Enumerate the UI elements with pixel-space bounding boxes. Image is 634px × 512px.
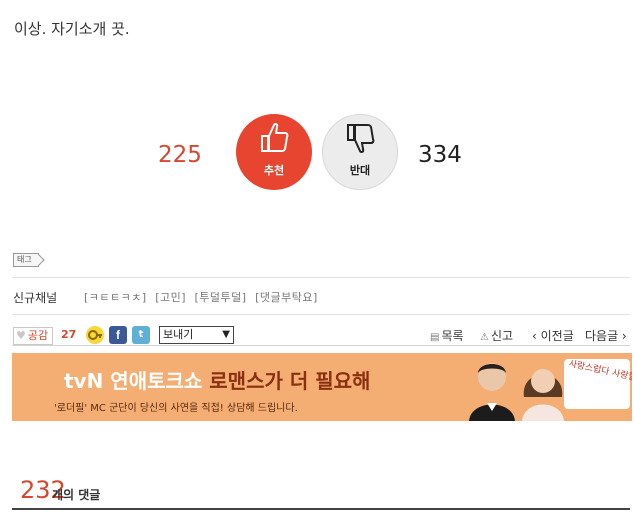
- channel-link[interactable]: [투덜투덜]: [195, 291, 247, 304]
- divider: [12, 314, 630, 315]
- empathy-label: 공감: [27, 329, 49, 342]
- banner-title: tvN 연애토크쇼 로맨스가 더 필요해: [64, 365, 370, 394]
- new-channel-label: 신규채널: [13, 291, 58, 305]
- report-link[interactable]: ⚠ 신고: [480, 327, 513, 344]
- thumbs-up-icon: [261, 122, 289, 152]
- recommend-count: 225: [158, 142, 202, 168]
- recommend-button[interactable]: 추천: [236, 114, 312, 190]
- banner-subtitle: '로더필' MC 군단이 당신의 사연을 직접! 상담해 드립니다.: [54, 403, 298, 414]
- post-closing-text: 이상. 자기소개 끗.: [14, 20, 130, 38]
- ad-banner[interactable]: tvN 연애토크쇼 로맨스가 더 필요해 '로더필' MC 군단이 당신의 사연…: [12, 353, 632, 421]
- send-select[interactable]: 보내기 ▼: [159, 326, 234, 344]
- divider: [12, 345, 630, 346]
- report-icon: ⚠: [480, 332, 489, 343]
- divider: [12, 277, 630, 278]
- channel-link[interactable]: [ㅋㅌㅌㅋㅊ]: [84, 291, 147, 304]
- oppose-count: 334: [418, 142, 462, 168]
- channel-link[interactable]: [고민]: [155, 291, 186, 304]
- empathy-button[interactable]: ♥ 공감: [13, 327, 54, 345]
- key-icon: [88, 330, 102, 340]
- kakao-share-icon[interactable]: [86, 326, 104, 344]
- list-link[interactable]: ▤ 목록: [430, 327, 464, 344]
- empathy-count: 27: [61, 328, 77, 341]
- heart-icon: ♥: [16, 329, 26, 342]
- thumbs-down-icon: [347, 124, 375, 154]
- twitter-share-icon[interactable]: t: [132, 326, 150, 344]
- report-label: 신고: [490, 329, 514, 343]
- tag-badge: 태그: [13, 253, 39, 267]
- chevron-down-icon: ▼: [222, 329, 230, 340]
- comment-section-rule: [12, 508, 630, 510]
- prev-post-link[interactable]: ‹ 이전글: [532, 327, 574, 344]
- facebook-share-icon[interactable]: f: [109, 326, 127, 344]
- banner-title-prefix: tvN 연애토크쇼: [64, 369, 210, 393]
- next-post-link[interactable]: 다음글 ›: [585, 327, 627, 344]
- list-icon: ▤: [430, 332, 440, 343]
- channel-links: [ㅋㅌㅌㅋㅊ] [고민] [투덜투덜] [댓글부탁요]: [84, 289, 323, 305]
- channel-link[interactable]: [댓글부탁요]: [255, 291, 318, 304]
- host-portrait-image: [469, 363, 515, 421]
- recommend-label: 추천: [263, 164, 285, 177]
- banner-sticker-text: 사랑스럽다 사랑합니다: [567, 359, 632, 387]
- comment-count-label: 개의 댓글: [52, 488, 101, 502]
- banner-title-highlight: 로맨스가 더 필요해: [209, 369, 371, 393]
- send-select-value: 보내기: [163, 328, 194, 341]
- host-portrait-image: [522, 369, 564, 421]
- list-label: 목록: [441, 329, 464, 343]
- oppose-label: 반대: [349, 164, 371, 177]
- oppose-button[interactable]: 반대: [322, 114, 398, 190]
- banner-sticker: 사랑스럽다 사랑합니다: [564, 359, 632, 409]
